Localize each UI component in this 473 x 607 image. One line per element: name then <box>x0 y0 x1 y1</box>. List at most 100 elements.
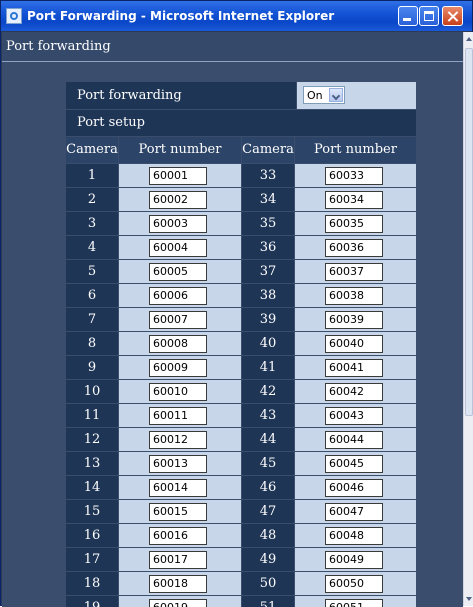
scroll-thumb[interactable] <box>465 48 473 416</box>
camera-number: 6 <box>66 284 118 307</box>
port-number-input[interactable]: 60008 <box>149 335 207 353</box>
ie-icon <box>6 8 22 24</box>
port-number-cell: 60051 <box>295 596 416 607</box>
minimize-button[interactable] <box>398 6 418 26</box>
camera-number: 41 <box>242 356 294 379</box>
port-number-input[interactable]: 60033 <box>325 167 383 185</box>
port-number-cell: 60049 <box>295 548 416 571</box>
port-number-cell: 60041 <box>295 356 416 379</box>
port-number-input[interactable]: 60002 <box>149 191 207 209</box>
port-number-input[interactable]: 60043 <box>325 407 383 425</box>
port-number-cell: 60043 <box>295 404 416 427</box>
port-number-input[interactable]: 60011 <box>149 407 207 425</box>
port-number-input[interactable]: 60048 <box>325 527 383 545</box>
port-number-cell: 60050 <box>295 572 416 595</box>
port-number-input[interactable]: 60016 <box>149 527 207 545</box>
vertical-scrollbar[interactable] <box>463 32 473 606</box>
camera-number: 3 <box>66 212 118 235</box>
port-number-input[interactable]: 60017 <box>149 551 207 569</box>
port-number-input[interactable]: 60034 <box>325 191 383 209</box>
port-number-cell: 60033 <box>295 164 416 187</box>
port-number-input[interactable]: 60049 <box>325 551 383 569</box>
port-number-input[interactable]: 60014 <box>149 479 207 497</box>
port-number-cell: 60011 <box>119 404 241 427</box>
port-forwarding-selected: On <box>307 89 323 102</box>
port-number-input[interactable]: 60003 <box>149 215 207 233</box>
port-number-input[interactable]: 60010 <box>149 383 207 401</box>
port-number-input[interactable]: 60007 <box>149 311 207 329</box>
port-number-input[interactable]: 60006 <box>149 287 207 305</box>
camera-number: 10 <box>66 380 118 403</box>
port-number-input[interactable]: 60038 <box>325 287 383 305</box>
port-number-input[interactable]: 60047 <box>325 503 383 521</box>
chevron-down-icon[interactable] <box>329 88 343 102</box>
camera-number: 44 <box>242 428 294 451</box>
port-number-input[interactable]: 60009 <box>149 359 207 377</box>
scroll-up-icon[interactable] <box>464 32 473 46</box>
port-number-cell: 60044 <box>295 428 416 451</box>
port-number-cell: 60005 <box>119 260 241 283</box>
port-number-cell: 60003 <box>119 212 241 235</box>
maximize-button[interactable] <box>419 6 439 26</box>
port-number-input[interactable]: 60044 <box>325 431 383 449</box>
port-number-cell: 60018 <box>119 572 241 595</box>
camera-number: 48 <box>242 524 294 547</box>
port-number-cell: 60002 <box>119 188 241 211</box>
window-title: Port Forwarding - Microsoft Internet Exp… <box>27 9 335 23</box>
camera-number: 1 <box>66 164 118 187</box>
port-number-input[interactable]: 60041 <box>325 359 383 377</box>
title-bar[interactable]: Port Forwarding - Microsoft Internet Exp… <box>1 1 472 31</box>
camera-number: 38 <box>242 284 294 307</box>
port-number-input[interactable]: 60005 <box>149 263 207 281</box>
port-number-input[interactable]: 60045 <box>325 455 383 473</box>
port-number-cell: 60036 <box>295 236 416 259</box>
port-number-input[interactable]: 60042 <box>325 383 383 401</box>
port-number-input[interactable]: 60013 <box>149 455 207 473</box>
scroll-down-icon[interactable] <box>464 592 473 606</box>
camera-number: 39 <box>242 308 294 331</box>
camera-number: 46 <box>242 476 294 499</box>
column-header-port-number: Port number <box>295 137 416 163</box>
port-number-input[interactable]: 60046 <box>325 479 383 497</box>
port-number-cell: 60009 <box>119 356 241 379</box>
port-number-input[interactable]: 60004 <box>149 239 207 257</box>
camera-number: 11 <box>66 404 118 427</box>
content-area: Port forwarding On Port setup Camera Por… <box>2 62 463 607</box>
column-header-camera: Camera <box>66 137 118 163</box>
port-number-cell: 60016 <box>119 524 241 547</box>
port-number-cell: 60013 <box>119 452 241 475</box>
port-number-input[interactable]: 60039 <box>325 311 383 329</box>
camera-number: 49 <box>242 548 294 571</box>
port-number-input[interactable]: 60037 <box>325 263 383 281</box>
port-number-cell: 60001 <box>119 164 241 187</box>
port-forwarding-label-cell: Port forwarding <box>66 82 296 109</box>
camera-number: 7 <box>66 308 118 331</box>
browser-window: Port Forwarding - Microsoft Internet Exp… <box>0 0 473 607</box>
port-number-input[interactable]: 60035 <box>325 215 383 233</box>
camera-number: 33 <box>242 164 294 187</box>
port-number-cell: 60035 <box>295 212 416 235</box>
port-number-input[interactable]: 60040 <box>325 335 383 353</box>
camera-number: 50 <box>242 572 294 595</box>
camera-number: 18 <box>66 572 118 595</box>
port-number-input[interactable]: 60015 <box>149 503 207 521</box>
port-number-input[interactable]: 60012 <box>149 431 207 449</box>
port-number-cell: 60047 <box>295 500 416 523</box>
camera-number: 9 <box>66 356 118 379</box>
port-number-input[interactable]: 60018 <box>149 575 207 593</box>
port-number-cell: 60042 <box>295 380 416 403</box>
port-forwarding-label: Port forwarding <box>77 88 182 103</box>
port-forwarding-select[interactable]: On <box>303 86 345 104</box>
port-number-input[interactable]: 60001 <box>149 167 207 185</box>
port-number-input[interactable]: 60050 <box>325 575 383 593</box>
camera-number: 45 <box>242 452 294 475</box>
port-number-cell: 60039 <box>295 308 416 331</box>
close-button[interactable] <box>442 6 463 26</box>
port-number-cell: 60040 <box>295 332 416 355</box>
port-number-cell: 60037 <box>295 260 416 283</box>
camera-number: 13 <box>66 452 118 475</box>
port-setup-header: Port setup <box>66 110 416 136</box>
camera-number: 36 <box>242 236 294 259</box>
port-number-cell: 60012 <box>119 428 241 451</box>
port-number-input[interactable]: 60036 <box>325 239 383 257</box>
